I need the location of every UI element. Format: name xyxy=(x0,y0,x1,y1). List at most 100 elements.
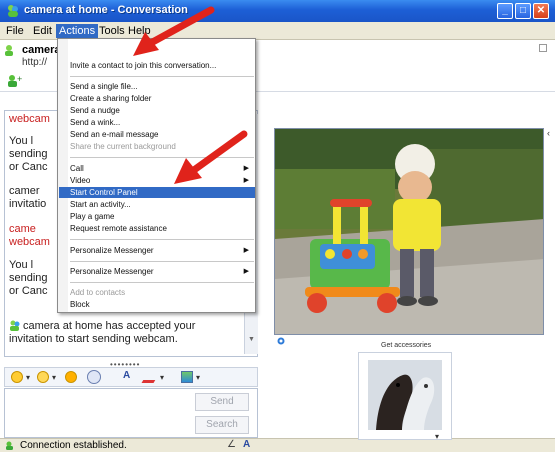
menu-separator xyxy=(70,261,254,262)
background-icon[interactable] xyxy=(181,371,193,383)
menu-item-label: Start an activity... xyxy=(70,200,131,209)
partial-message: You l xyxy=(9,135,34,147)
voice-clip-icon[interactable] xyxy=(87,370,101,384)
status-text: Connection established. xyxy=(20,440,127,451)
chevron-down-icon[interactable]: ▾ xyxy=(435,432,439,441)
partial-message: came xyxy=(9,223,36,235)
partial-message: or Canc xyxy=(9,285,48,297)
chevron-down-icon[interactable]: ▾ xyxy=(196,373,200,382)
partial-message: invitatio xyxy=(9,198,47,210)
menu-item-sharing-folder[interactable]: Create a sharing folder xyxy=(59,93,255,104)
submenu-arrow-icon: ▶ xyxy=(243,268,249,275)
menu-item-label: Share the current background xyxy=(70,142,176,151)
font-icon[interactable]: A xyxy=(123,370,130,381)
partial-message: or Canc xyxy=(9,161,48,173)
chevron-down-icon[interactable]: ▾ xyxy=(160,373,164,382)
menu-item-play-game[interactable]: Play a game xyxy=(59,211,255,222)
webcam-icon[interactable] xyxy=(276,337,286,345)
menu-tools[interactable]: Tools xyxy=(96,24,128,38)
menu-separator xyxy=(70,76,254,77)
menu-item-share-background: Share the current background xyxy=(59,141,255,152)
handwriting-icon[interactable]: ∠ xyxy=(227,439,236,450)
menu-item-label: Send a nudge xyxy=(70,106,120,115)
message-line: camera at home has accepted your xyxy=(23,320,196,332)
menu-item-video[interactable]: Video ▶ xyxy=(59,175,255,186)
search-button[interactable]: Search xyxy=(195,416,249,434)
menu-item-label: Request remote assistance xyxy=(70,224,167,233)
get-accessories-link[interactable]: Get accessories xyxy=(381,342,431,349)
menu-separator xyxy=(70,239,254,240)
menu-item-label: Invite a contact to join this conversati… xyxy=(70,61,217,70)
menu-item-start-activity[interactable]: Start an activity... xyxy=(59,199,255,210)
menu-item-label: Send a wink... xyxy=(70,118,121,127)
actions-menu: Invite a contact to join this conversati… xyxy=(57,38,256,313)
menu-edit[interactable]: Edit xyxy=(30,24,55,38)
contact-status-icon xyxy=(5,45,13,56)
formatting-toolbar: ▾ ▾ A ▾ ▾ xyxy=(4,367,258,387)
connection-icon xyxy=(5,441,15,450)
message-line: invitation to start sending webcam. xyxy=(9,333,178,345)
menu-actions[interactable]: Actions xyxy=(56,24,99,38)
partial-message: camer xyxy=(9,185,40,197)
webcam-video xyxy=(274,128,544,335)
wink-icon[interactable] xyxy=(37,371,49,383)
color-pen-icon[interactable] xyxy=(141,371,161,383)
emoticon-icon[interactable] xyxy=(11,371,23,383)
menu-item-label: Send an e-mail message xyxy=(70,130,159,139)
menu-item-send-email[interactable]: Send an e-mail message xyxy=(59,129,255,140)
submenu-arrow-icon: ▶ xyxy=(243,247,249,254)
partial-message: sending xyxy=(9,148,48,160)
collapse-pane-icon[interactable]: ‹ xyxy=(547,128,550,138)
menu-item-label: Create a sharing folder xyxy=(70,94,152,103)
menu-item-start-control-panel[interactable]: Start Control Panel xyxy=(59,187,255,198)
status-bar: Connection established. ∠ A xyxy=(0,438,555,452)
menu-item-remote-assistance[interactable]: Request remote assistance xyxy=(59,223,255,234)
menu-item-invite-contact[interactable]: Invite a contact to join this conversati… xyxy=(59,60,255,71)
menu-item-send-nudge[interactable]: Send a nudge xyxy=(59,105,255,116)
menu-item-label: Call xyxy=(70,164,84,173)
menu-separator xyxy=(70,282,254,283)
display-picture[interactable] xyxy=(368,360,442,430)
menu-item-send-file[interactable]: Send a single file... xyxy=(59,81,255,92)
menu-file[interactable]: File xyxy=(3,24,27,38)
messenger-icon xyxy=(8,5,18,17)
partial-message: webcam xyxy=(9,236,50,248)
menu-item-block[interactable]: Block xyxy=(59,299,255,310)
maximize-button[interactable]: □ xyxy=(515,3,531,19)
menu-item-personalize-messenger[interactable]: Personalize Messenger ▶ xyxy=(59,245,255,256)
scroll-down-icon[interactable]: ▼ xyxy=(248,336,255,343)
header-options-icon[interactable] xyxy=(539,44,547,52)
invite-contact-icon[interactable]: + xyxy=(6,74,24,88)
chevron-down-icon[interactable]: ▾ xyxy=(26,373,30,382)
minimize-button[interactable]: _ xyxy=(497,3,513,19)
contact-icon xyxy=(10,320,20,331)
menu-help[interactable]: Help xyxy=(125,24,154,38)
partial-message: webcam xyxy=(9,113,50,125)
submenu-arrow-icon: ▶ xyxy=(243,165,249,172)
menu-item-personalize-messenger-2[interactable]: Personalize Messenger ▶ xyxy=(59,266,255,277)
menu-item-label: Add to contacts xyxy=(70,288,126,297)
title-bar: camera at home - Conversation _ □ ✕ xyxy=(0,0,555,22)
send-button[interactable]: Send xyxy=(195,393,249,411)
nudge-icon[interactable] xyxy=(65,371,77,383)
menu-item-label: Video xyxy=(70,176,91,185)
menu-separator xyxy=(70,157,254,158)
text-mode-icon[interactable]: A xyxy=(243,439,250,450)
menu-item-send-wink[interactable]: Send a wink... xyxy=(59,117,255,128)
menu-item-label: Start Control Panel xyxy=(70,188,138,197)
chevron-down-icon[interactable]: ▾ xyxy=(52,373,56,382)
menu-item-label: Play a game xyxy=(70,212,115,221)
submenu-arrow-icon: ▶ xyxy=(243,177,249,184)
menu-item-label: Block xyxy=(70,300,90,309)
partial-message: sending xyxy=(9,272,48,284)
close-button[interactable]: ✕ xyxy=(533,3,549,19)
contact-personal-message: http:// xyxy=(22,57,48,68)
window-title: camera at home - Conversation xyxy=(24,4,188,16)
menu-item-label: Personalize Messenger xyxy=(70,267,154,276)
menu-item-add-to-contacts: Add to contacts xyxy=(59,287,255,298)
menu-item-label: Personalize Messenger xyxy=(70,246,154,255)
menu-item-label: Send a single file... xyxy=(70,82,138,91)
partial-message: You l xyxy=(9,259,34,271)
menu-item-call[interactable]: Call ▶ xyxy=(59,163,255,174)
message-input[interactable]: Send Search xyxy=(4,388,258,438)
